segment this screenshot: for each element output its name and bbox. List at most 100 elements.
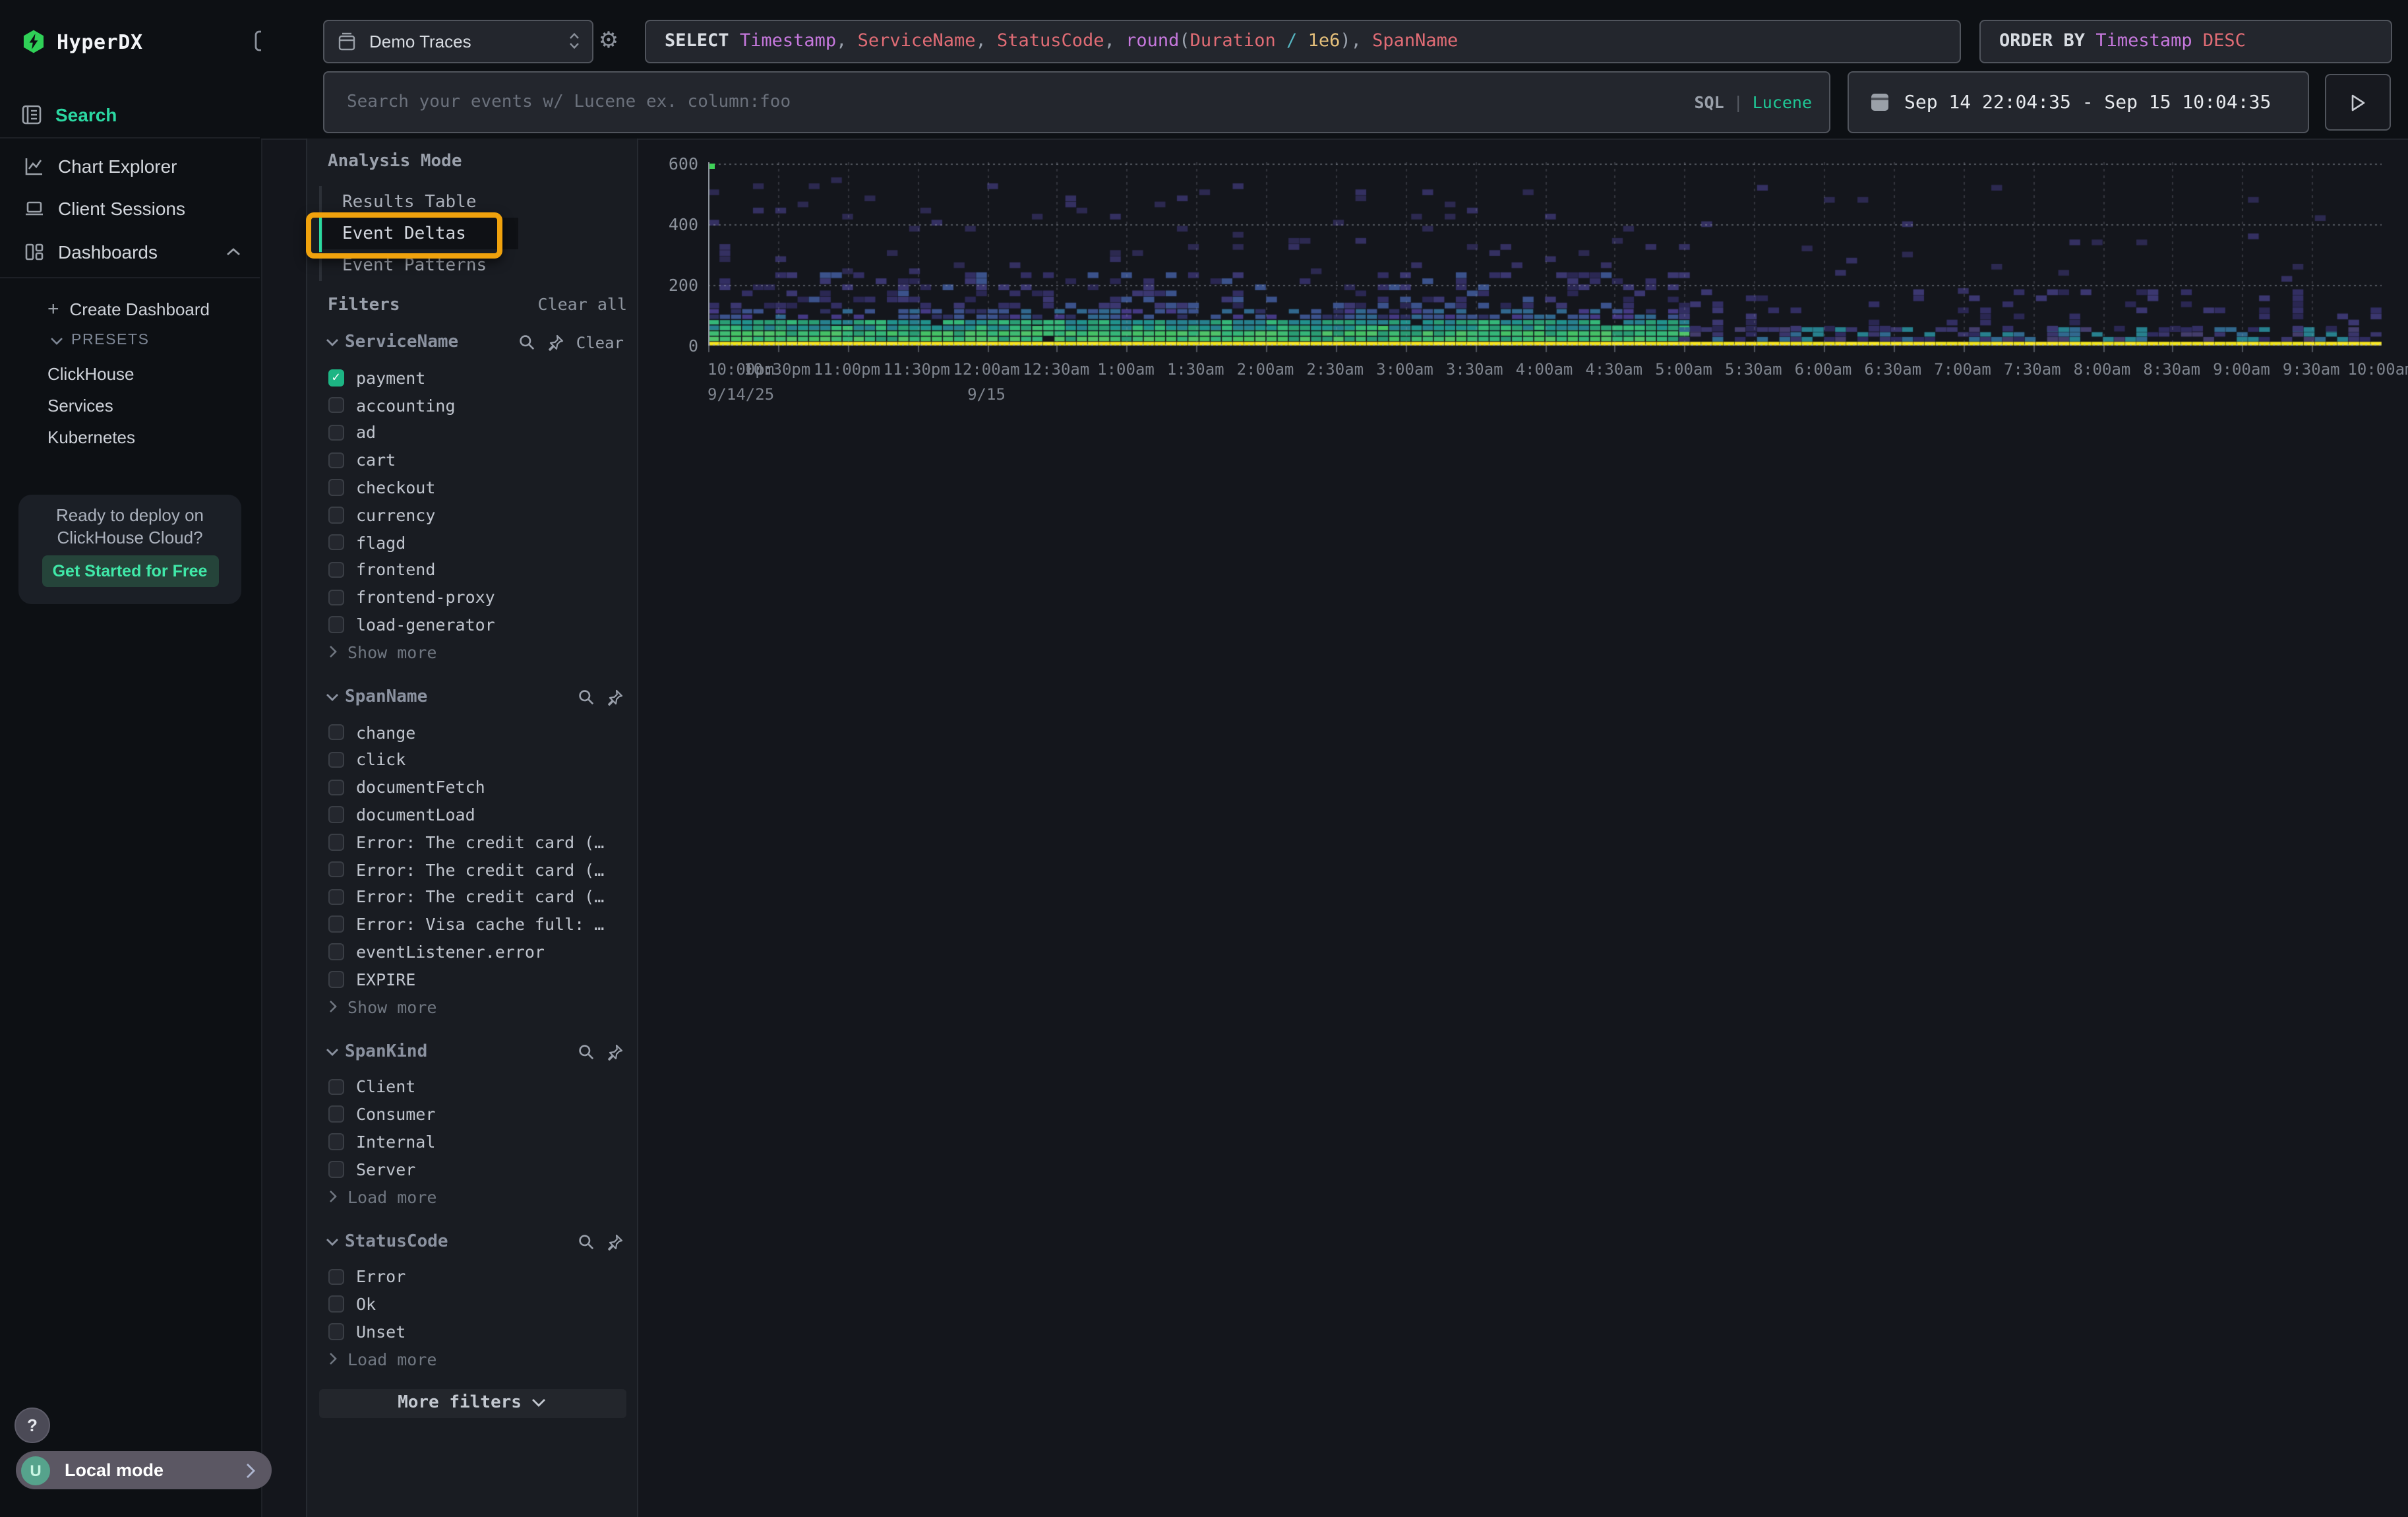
chevron-down-icon[interactable] xyxy=(325,693,338,702)
filter-option-server[interactable]: Server xyxy=(328,1156,637,1183)
load-more-button[interactable]: Load more xyxy=(328,1183,637,1210)
filter-option-payment[interactable]: ✓payment xyxy=(328,364,637,392)
chevron-down-icon[interactable] xyxy=(325,338,338,347)
filter-option-currency[interactable]: currency xyxy=(328,501,637,529)
checkbox-unchecked[interactable] xyxy=(328,424,344,441)
filter-option-checkout[interactable]: checkout xyxy=(328,474,637,501)
checkbox-unchecked[interactable] xyxy=(328,1324,344,1340)
checkbox-unchecked[interactable] xyxy=(328,971,344,987)
pin-icon[interactable] xyxy=(607,1233,624,1250)
chevron-right-icon[interactable] xyxy=(328,1353,337,1366)
checkbox-unchecked[interactable] xyxy=(328,1268,344,1285)
search-input[interactable]: Search your events w/ Lucene ex. column:… xyxy=(323,71,1830,133)
filter-option-documentfetch[interactable]: documentFetch xyxy=(328,774,637,801)
sidebar-item-client-sessions[interactable]: Client Sessions xyxy=(24,198,241,219)
time-range-picker[interactable]: Sep 14 22:04:35 - Sep 15 10:04:35 xyxy=(1848,71,2309,133)
search-icon[interactable] xyxy=(578,689,595,706)
checkbox-unchecked[interactable] xyxy=(328,1106,344,1123)
filter-option-click[interactable]: click xyxy=(328,746,637,774)
load-more-button[interactable]: Load more xyxy=(328,1346,637,1373)
filter-group-name[interactable]: StatusCode xyxy=(345,1231,571,1251)
checkbox-unchecked[interactable] xyxy=(328,1161,344,1177)
sidebar-presets-toggle[interactable]: PRESETS xyxy=(50,332,150,348)
checkbox-unchecked[interactable] xyxy=(328,480,344,496)
checkbox-unchecked[interactable] xyxy=(328,724,344,741)
checkbox-unchecked[interactable] xyxy=(328,397,344,414)
filter-option-error-the-credit-card-[interactable]: Error: The credit card (… xyxy=(328,828,637,856)
tab-results-table[interactable]: Results Table xyxy=(322,186,586,218)
source-select[interactable]: Demo Traces xyxy=(323,19,593,63)
pin-icon[interactable] xyxy=(607,689,624,706)
checkbox-unchecked[interactable] xyxy=(328,888,344,905)
checkbox-unchecked[interactable] xyxy=(328,807,344,823)
filter-option-ok[interactable]: Ok xyxy=(328,1291,637,1318)
pin-icon[interactable] xyxy=(547,334,564,351)
checkbox-unchecked[interactable] xyxy=(328,1134,344,1150)
clear-filter-button[interactable]: Clear xyxy=(576,333,624,352)
checkbox-unchecked[interactable] xyxy=(328,779,344,795)
user-menu[interactable]: U Local mode xyxy=(16,1451,272,1489)
filter-option-error-visa-cache-full-[interactable]: Error: Visa cache full: … xyxy=(328,911,637,939)
filter-option-internal[interactable]: Internal xyxy=(328,1128,637,1156)
checkbox-unchecked[interactable] xyxy=(328,617,344,633)
checkbox-unchecked[interactable] xyxy=(328,1296,344,1313)
sidebar-item-kubernetes[interactable]: Kubernetes xyxy=(47,427,135,447)
heatmap-canvas[interactable] xyxy=(707,163,2381,356)
search-icon[interactable] xyxy=(518,334,535,351)
filter-group-name[interactable]: SpanName xyxy=(345,687,571,707)
sidebar-item-clickhouse[interactable]: ClickHouse xyxy=(47,364,135,384)
checkbox-unchecked[interactable] xyxy=(328,916,344,933)
checkbox-checked[interactable]: ✓ xyxy=(328,369,344,386)
filter-option-frontend[interactable]: frontend xyxy=(328,556,637,584)
search-icon[interactable] xyxy=(578,1233,595,1250)
checkbox-unchecked[interactable] xyxy=(328,944,344,960)
help-button[interactable]: ? xyxy=(15,1408,50,1443)
filter-option-eventlistener-error[interactable]: eventListener.error xyxy=(328,938,637,966)
filter-option-frontend-proxy[interactable]: frontend-proxy xyxy=(328,584,637,611)
sql-mode-toggle[interactable]: SQL xyxy=(1694,92,1724,112)
order-by-input[interactable]: ORDER BY Timestamp DESC xyxy=(1979,19,2392,63)
checkbox-unchecked[interactable] xyxy=(328,561,344,578)
filter-group-name[interactable]: SpanKind xyxy=(345,1041,571,1061)
filter-option-unset[interactable]: Unset xyxy=(328,1318,637,1346)
checkbox-unchecked[interactable] xyxy=(328,834,344,850)
filter-option-flagd[interactable]: flagd xyxy=(328,529,637,557)
show-more-button[interactable]: Show more xyxy=(328,993,637,1020)
filter-option-ad[interactable]: ad xyxy=(328,419,637,447)
chevron-down-icon[interactable] xyxy=(325,1047,338,1056)
run-query-button[interactable] xyxy=(2325,74,2391,131)
sidebar-item-create-dashboard[interactable]: + Create Dashboard xyxy=(47,298,210,321)
chevron-right-icon[interactable] xyxy=(328,646,337,659)
filter-option-change[interactable]: change xyxy=(328,719,637,747)
filter-option-consumer[interactable]: Consumer xyxy=(328,1101,637,1129)
lucene-mode-toggle[interactable]: Lucene xyxy=(1753,92,1812,112)
checkbox-unchecked[interactable] xyxy=(328,861,344,878)
filter-option-documentload[interactable]: documentLoad xyxy=(328,801,637,828)
get-started-button[interactable]: Get Started for Free xyxy=(42,555,218,587)
more-filters-button[interactable]: More filters xyxy=(318,1388,626,1417)
sidebar-item-dashboards[interactable]: Dashboards xyxy=(24,241,241,263)
latency-heatmap-chart[interactable]: 0200400600 10:00pm10:30pm11:00pm11:30pm1… xyxy=(707,163,2381,400)
sidebar-item-search[interactable]: Search xyxy=(21,104,117,125)
checkbox-unchecked[interactable] xyxy=(328,507,344,523)
filter-group-name[interactable]: ServiceName xyxy=(345,332,512,352)
checkbox-unchecked[interactable] xyxy=(328,751,344,768)
chevron-down-icon[interactable] xyxy=(325,1237,338,1246)
chevron-right-icon[interactable] xyxy=(328,1190,337,1203)
tab-event-patterns[interactable]: Event Patterns xyxy=(322,249,586,281)
checkbox-unchecked[interactable] xyxy=(328,452,344,468)
gear-icon[interactable]: ⚙ xyxy=(595,28,622,54)
sidebar-item-services[interactable]: Services xyxy=(47,396,113,416)
filter-option-accounting[interactable]: accounting xyxy=(328,392,637,419)
tab-event-deltas[interactable]: Event Deltas xyxy=(322,218,518,249)
pin-icon[interactable] xyxy=(607,1043,624,1060)
checkbox-unchecked[interactable] xyxy=(328,534,344,551)
filter-option-load-generator[interactable]: load-generator xyxy=(328,611,637,638)
filter-option-client[interactable]: Client xyxy=(328,1073,637,1101)
show-more-button[interactable]: Show more xyxy=(328,638,637,666)
checkbox-unchecked[interactable] xyxy=(328,1078,344,1095)
filter-option-error[interactable]: Error xyxy=(328,1263,637,1291)
filter-option-error-the-credit-card-[interactable]: Error: The credit card (… xyxy=(328,856,637,884)
clear-all-button[interactable]: Clear all xyxy=(538,294,627,314)
sidebar-item-chart-explorer[interactable]: Chart Explorer xyxy=(24,156,241,177)
